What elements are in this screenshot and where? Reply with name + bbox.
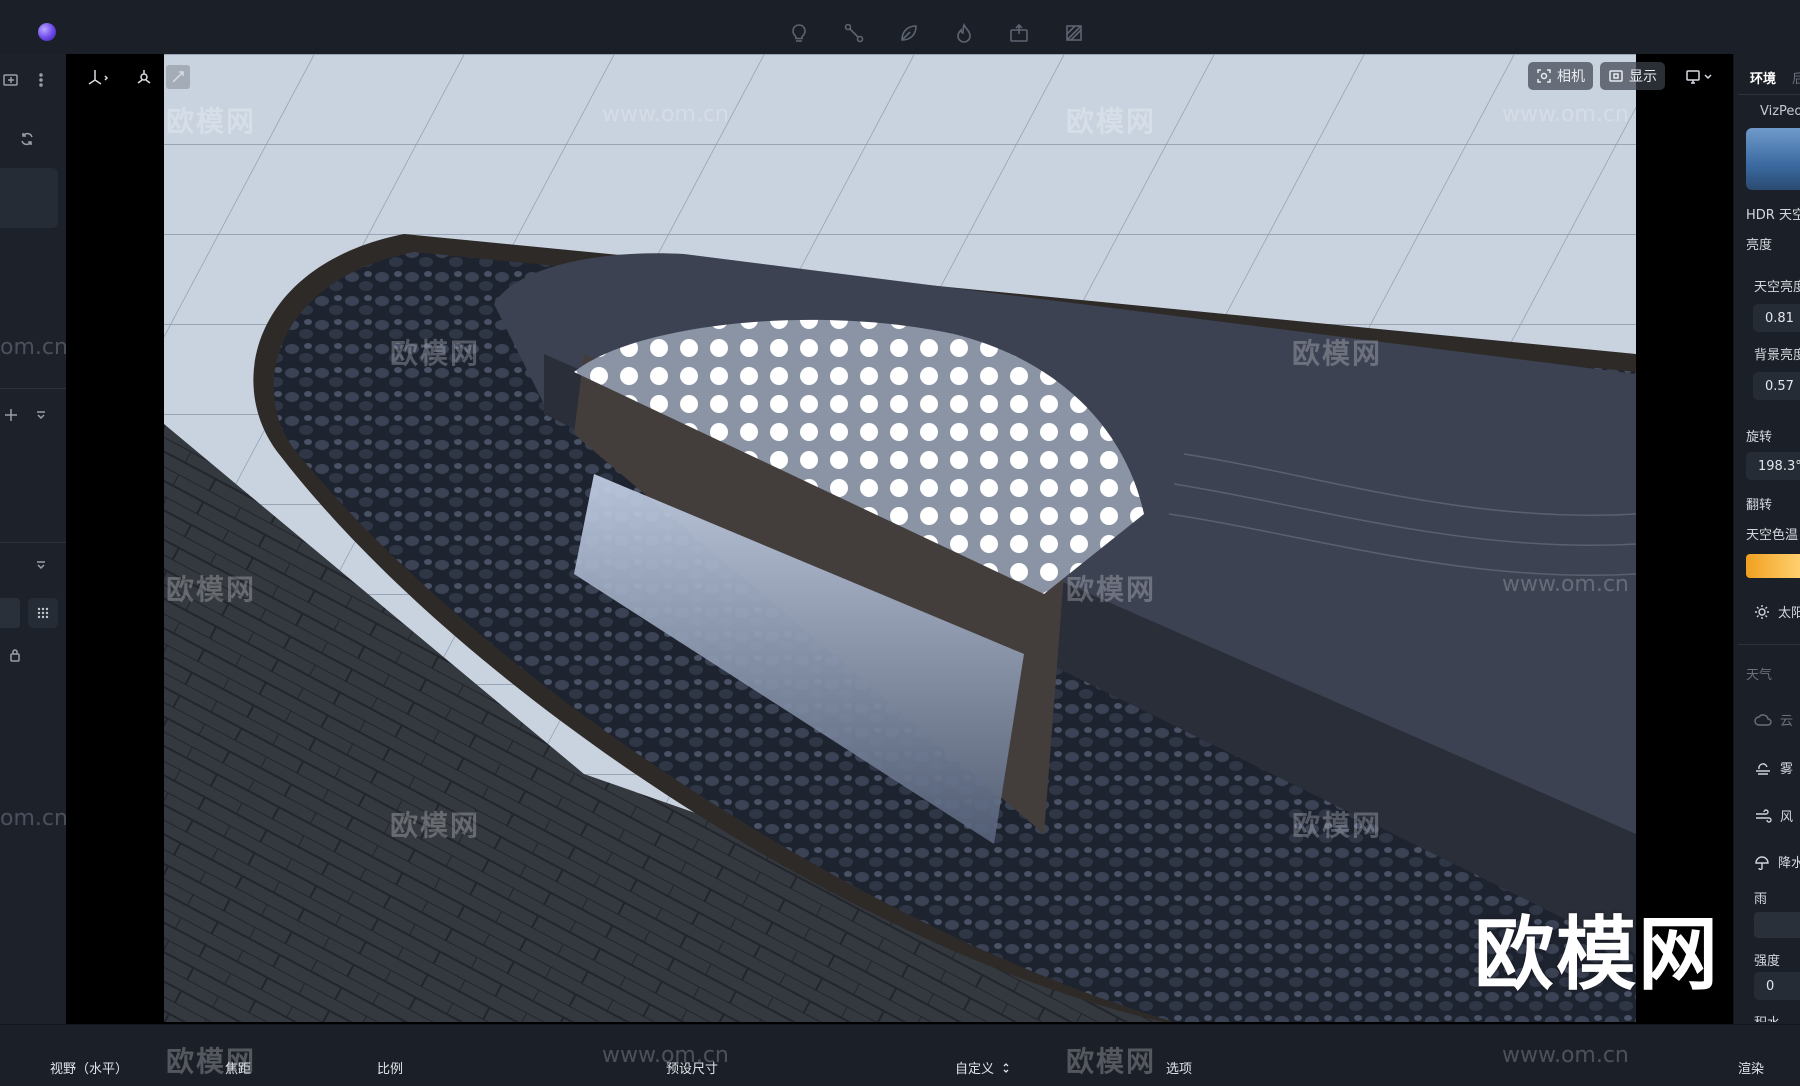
- color-temp-slider[interactable]: [1746, 554, 1800, 578]
- tab-environment[interactable]: 环境: [1750, 68, 1776, 87]
- cloud-toggle[interactable]: 云: [1754, 710, 1793, 729]
- sky-brightness-label: 天空亮度: [1754, 280, 1800, 295]
- brightness-label: 亮度: [1746, 238, 1773, 253]
- flame-icon[interactable]: [951, 20, 977, 46]
- grid-view-button[interactable]: [28, 598, 58, 628]
- camera-icon: [1537, 69, 1551, 83]
- add-icon[interactable]: [0, 404, 22, 426]
- flip-label: 翻转: [1746, 498, 1773, 513]
- export-icon[interactable]: [1006, 20, 1032, 46]
- wind-icon: [1756, 808, 1772, 823]
- intensity-label: 强度: [1754, 954, 1781, 969]
- camera-label: 相机: [1557, 69, 1585, 85]
- ratio-label[interactable]: 比例: [377, 1058, 403, 1077]
- lock-icon[interactable]: [4, 644, 26, 666]
- watermark-url: www.om.cn: [1502, 572, 1629, 597]
- watermark: 欧模网: [1066, 573, 1157, 606]
- watermark: 欧模网: [390, 809, 481, 842]
- sky-color-temp-label: 天空色温: [1746, 528, 1799, 543]
- gizmo-icon[interactable]: [130, 64, 158, 90]
- sky-brightness-input[interactable]: 0.81: [1753, 304, 1800, 332]
- sun-toggle[interactable]: 太阳: [1754, 602, 1800, 621]
- precipitation-label: 降水: [1778, 856, 1800, 871]
- watermark-partial-left: om.cn: [0, 335, 68, 360]
- scene-illustration: [164, 54, 1636, 1022]
- light-bulb-icon[interactable]: [786, 20, 812, 46]
- right-panel: 环境 后 VizPeo HDR 天空 亮度 天空亮度 0.81 背景亮度 0.5…: [1733, 54, 1800, 1024]
- hatch-icon[interactable]: [1061, 20, 1087, 46]
- focal-length-label[interactable]: 焦距: [225, 1058, 251, 1077]
- custom-size-select[interactable]: 自定义: [955, 1058, 1010, 1077]
- wind-toggle[interactable]: 风: [1754, 806, 1793, 825]
- fog-toggle[interactable]: 雾: [1754, 758, 1793, 777]
- watermark-url: www.om.cn: [602, 102, 729, 127]
- intensity-input[interactable]: 0: [1754, 972, 1800, 1000]
- bg-brightness-label: 背景亮度: [1754, 348, 1800, 363]
- options-label[interactable]: 选项: [1166, 1058, 1192, 1077]
- umbrella-icon: [1755, 855, 1769, 870]
- refresh-icon[interactable]: [16, 128, 38, 150]
- rain-label: 雨: [1754, 892, 1768, 907]
- snap-icon[interactable]: [166, 65, 190, 89]
- add-view-icon[interactable]: [0, 69, 22, 91]
- fov-label[interactable]: 视野（水平）: [50, 1058, 128, 1077]
- display-icon: [1609, 70, 1623, 82]
- sun-icon: [1755, 604, 1769, 619]
- fog-label: 雾: [1780, 762, 1794, 777]
- watermark: 欧模网: [1066, 1045, 1157, 1078]
- weather-label: 天气: [1746, 668, 1773, 683]
- divider: [0, 388, 66, 389]
- watermark: 欧模网: [166, 105, 257, 138]
- watermark: 欧模网: [166, 573, 257, 606]
- transform-axis-icon[interactable]: [84, 64, 112, 90]
- filter-dropdown-icon[interactable]: [30, 404, 52, 426]
- app-logo: [38, 23, 56, 41]
- cloud-icon: [1754, 713, 1772, 726]
- divider: [1738, 644, 1800, 645]
- rain-type-select[interactable]: [1754, 912, 1800, 938]
- divider: [1738, 94, 1800, 95]
- watermark: 欧模网: [1292, 809, 1383, 842]
- updown-chevron-icon: [1003, 1062, 1009, 1073]
- leaf-icon[interactable]: [896, 20, 922, 46]
- render-button[interactable]: 渲染: [1738, 1058, 1764, 1077]
- more-menu-icon[interactable]: [30, 69, 52, 91]
- rotation-label: 旋转: [1746, 430, 1773, 445]
- watermark-large: 欧模网: [1474, 908, 1720, 1001]
- left-panel: om.cn om.cn: [0, 54, 68, 1024]
- watermark-partial-left: om.cn: [0, 806, 68, 831]
- watermark-url: www.om.cn: [1502, 1043, 1629, 1068]
- hdr-sky-label: HDR 天空: [1746, 208, 1800, 223]
- preset-size-label[interactable]: 预设尺寸: [666, 1058, 718, 1077]
- grid-icon: [37, 607, 49, 619]
- custom-label: 自定义: [955, 1062, 995, 1077]
- watermark-url: www.om.cn: [1502, 102, 1629, 127]
- display-label: 显示: [1629, 69, 1657, 85]
- wind-label: 风: [1780, 810, 1794, 825]
- camera-button[interactable]: 相机: [1528, 62, 1593, 90]
- sun-label: 太阳: [1778, 606, 1800, 621]
- display-button[interactable]: 显示: [1600, 62, 1665, 90]
- scene-thumbnail[interactable]: [0, 168, 58, 228]
- tab-post[interactable]: 后: [1792, 68, 1800, 87]
- watermark: 欧模网: [1292, 337, 1383, 370]
- list-view-button[interactable]: [0, 598, 20, 628]
- filter-dropdown-icon[interactable]: [30, 554, 52, 576]
- path-icon[interactable]: [841, 20, 867, 46]
- rotation-input[interactable]: 198.3°: [1746, 452, 1800, 480]
- bg-brightness-input[interactable]: 0.57: [1753, 372, 1800, 400]
- accumulation-label: 积水: [1754, 1012, 1780, 1022]
- divider: [0, 542, 66, 543]
- watermark: 欧模网: [1066, 105, 1157, 138]
- preset-name[interactable]: VizPeo: [1760, 104, 1800, 119]
- view-settings-icon[interactable]: [1680, 64, 1720, 90]
- watermark: 欧模网: [390, 337, 481, 370]
- fog-icon: [1756, 762, 1770, 775]
- hdr-sky-thumbnail[interactable]: [1746, 128, 1800, 190]
- render-scene-image[interactable]: [164, 54, 1636, 1022]
- cloud-label: 云: [1780, 714, 1794, 729]
- precipitation-toggle[interactable]: 降水: [1754, 852, 1800, 871]
- top-toolbar: [0, 0, 1800, 54]
